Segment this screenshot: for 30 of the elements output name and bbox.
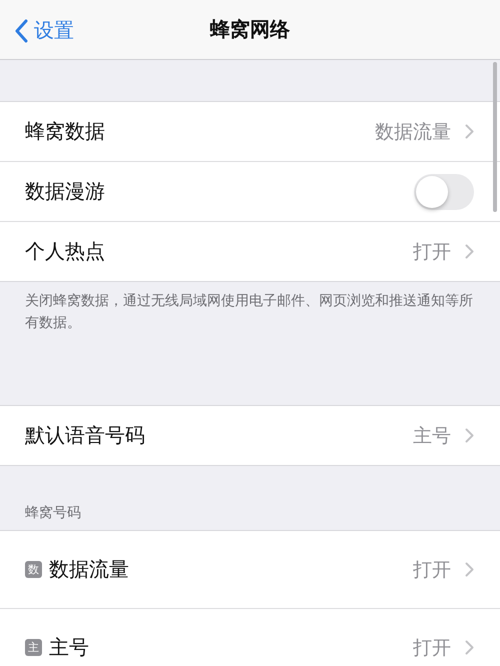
settings-row[interactable]: 数 数据流量 打开 <box>0 531 500 609</box>
row-value: 打开 <box>413 558 451 582</box>
back-button[interactable]: 设置 <box>14 17 74 44</box>
chevron-icon <box>465 640 474 655</box>
row-value: 数据流量 <box>375 120 451 144</box>
row-label: 数据漫游 <box>25 178 106 205</box>
section-header: 蜂窝号码 <box>25 505 81 521</box>
back-chevron-icon <box>14 18 28 42</box>
row-label: 个人热点 <box>25 238 106 265</box>
row-label: 默认语音号码 <box>25 422 146 449</box>
settings-row[interactable]: 个人热点 打开 <box>0 222 500 281</box>
page-title: 蜂窝网络 <box>210 16 290 43</box>
chevron-icon <box>465 428 474 443</box>
row-value: 打开 <box>413 636 451 660</box>
settings-row[interactable]: 蜂窝数据 数据流量 <box>0 102 500 162</box>
chevron-icon <box>465 124 474 139</box>
row-value: 打开 <box>413 240 451 264</box>
sim-badge: 数 <box>25 561 42 578</box>
toggle-switch[interactable] <box>414 174 474 210</box>
row-label: 蜂窝数据 <box>25 118 106 145</box>
settings-row[interactable]: 默认语音号码 主号 <box>0 406 500 465</box>
row-value: 主号 <box>413 424 451 448</box>
sim-badge: 主 <box>25 639 42 656</box>
settings-row[interactable]: 主 主号 打开 <box>0 609 500 666</box>
row-label: 主号 <box>49 634 90 661</box>
section-footer: 关闭蜂窝数据，通过无线局域网使用电子邮件、网页浏览和推送通知等所有数据。 <box>25 293 473 331</box>
chevron-icon <box>465 244 474 259</box>
row-label: 数据流量 <box>49 556 130 583</box>
settings-row[interactable]: 数据漫游 <box>0 162 500 222</box>
chevron-icon <box>465 562 474 577</box>
